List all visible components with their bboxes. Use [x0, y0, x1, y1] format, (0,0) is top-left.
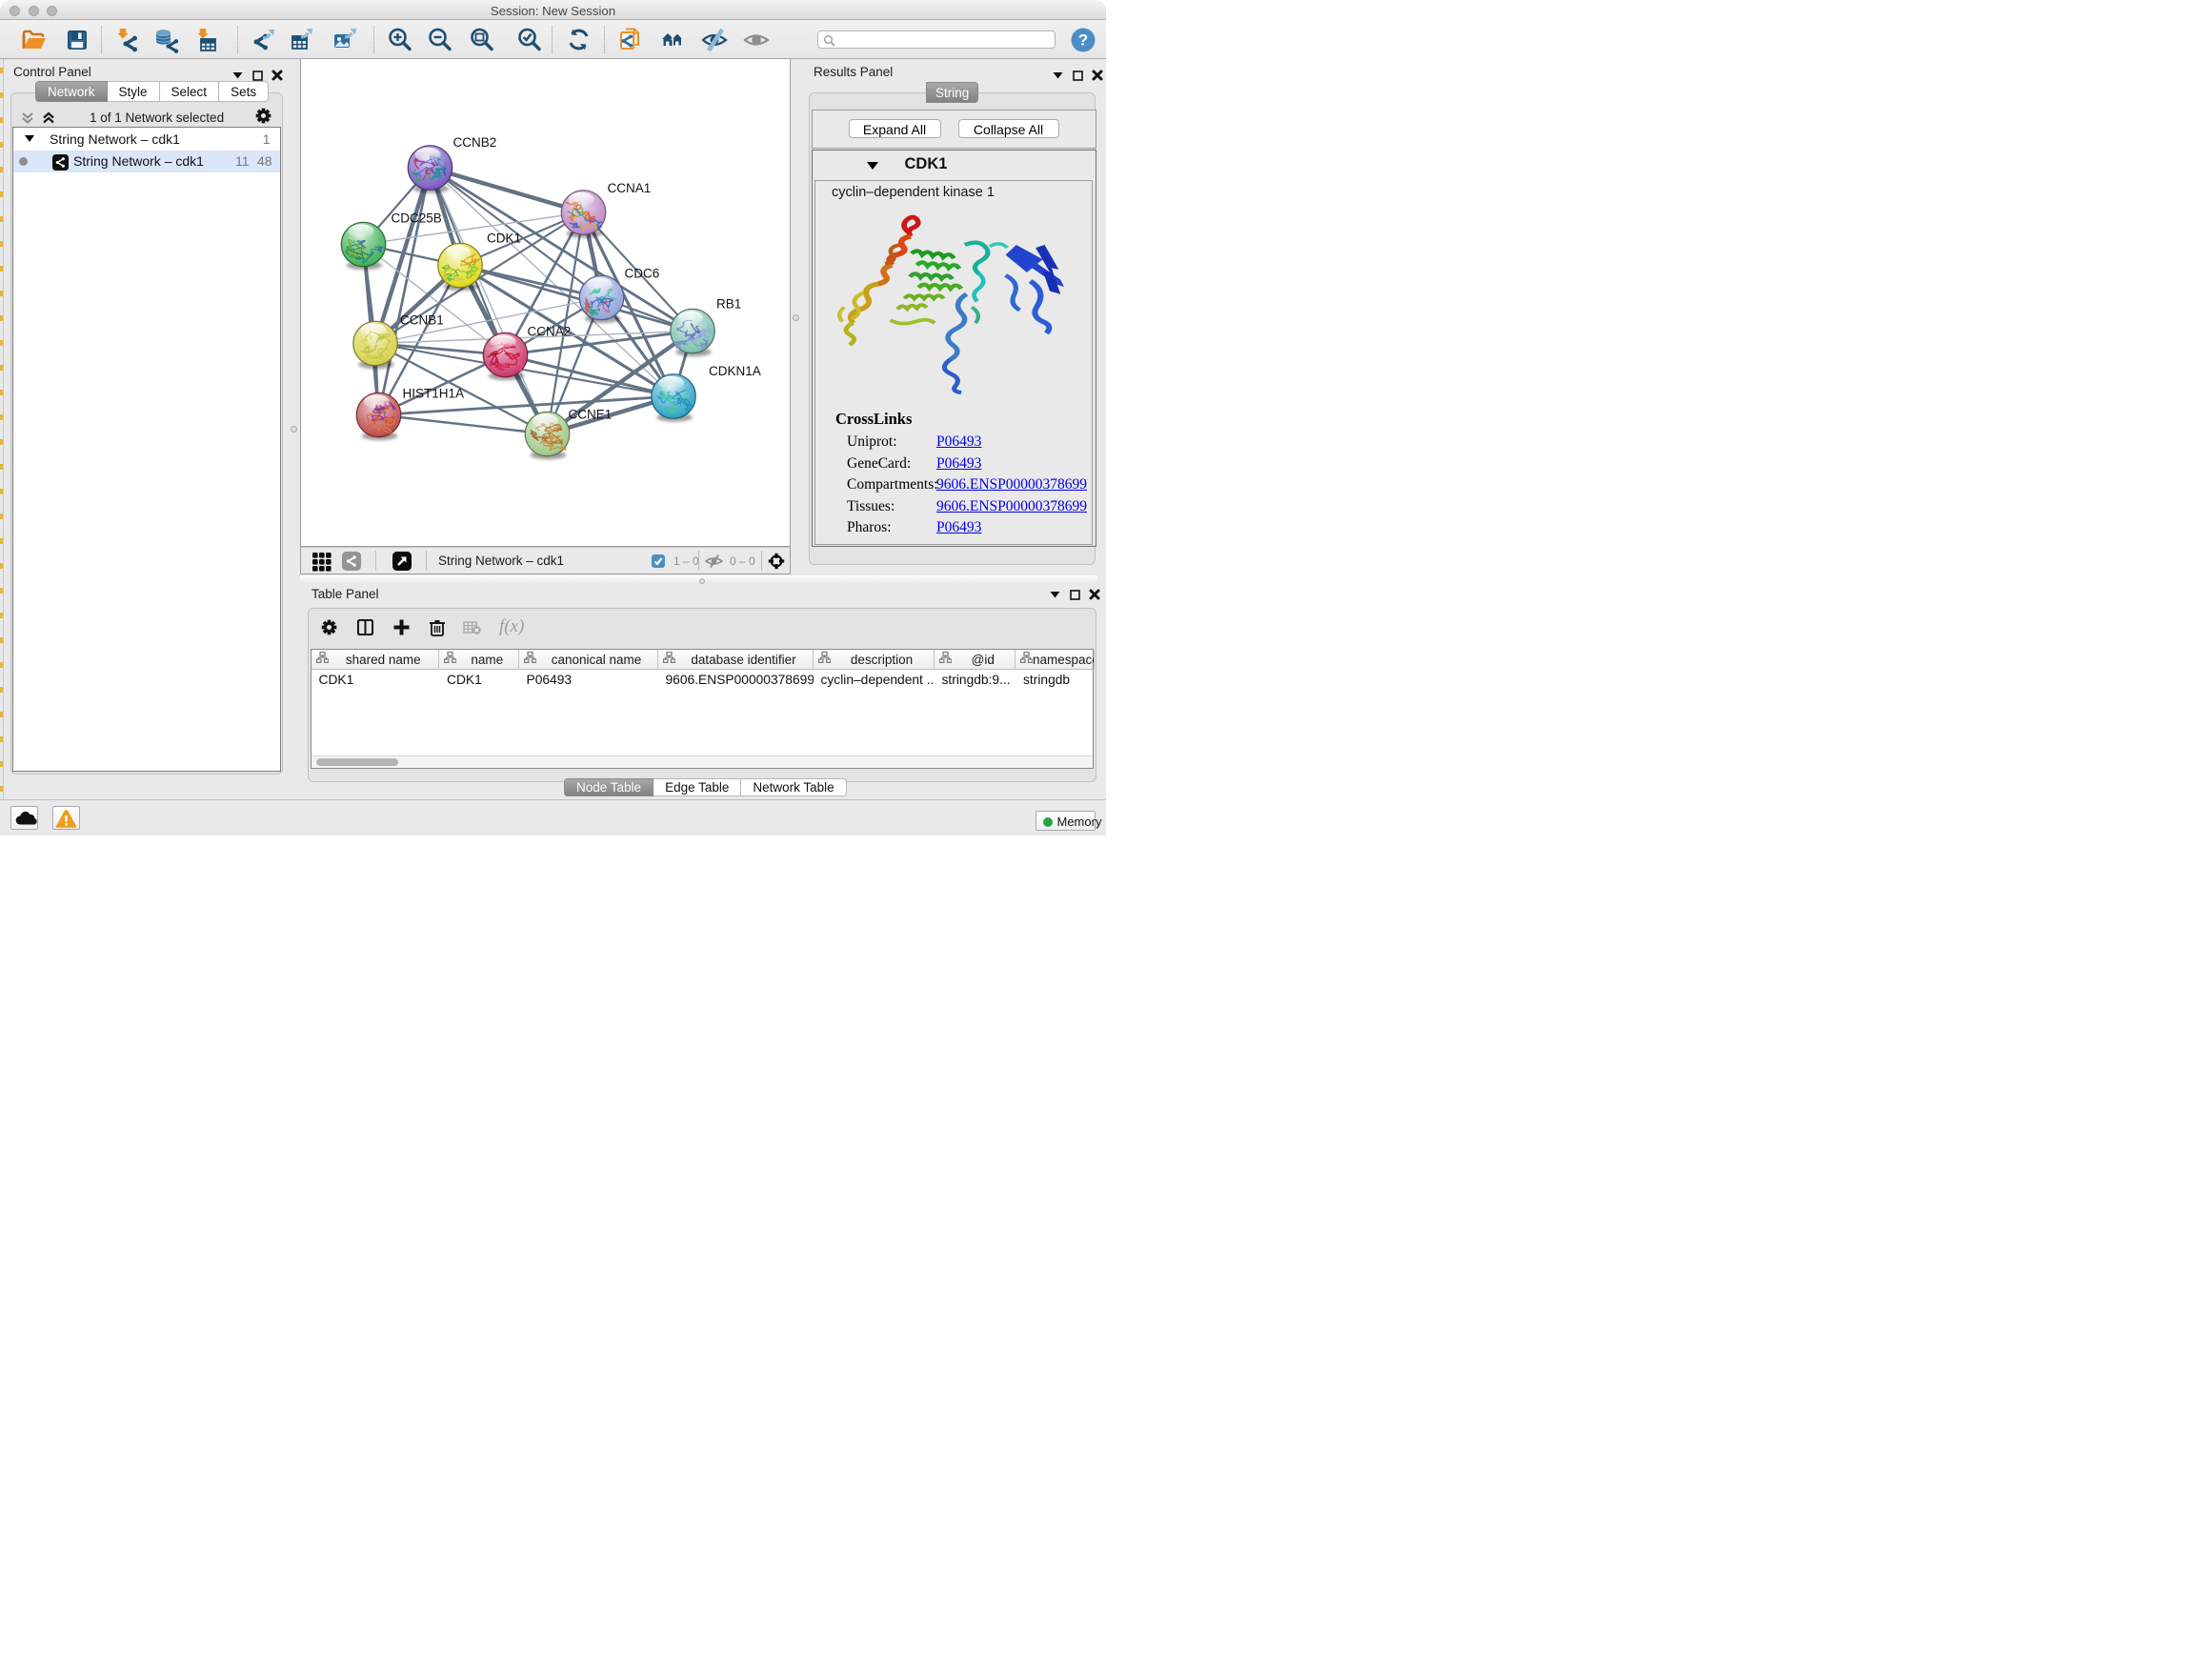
svg-text:RB1: RB1 — [716, 296, 741, 311]
svg-text:CDC25B: CDC25B — [392, 211, 442, 225]
svg-text:CCNB1: CCNB1 — [400, 312, 444, 327]
svg-text:CDKN1A: CDKN1A — [709, 364, 761, 378]
svg-text:HIST1H1A: HIST1H1A — [403, 386, 465, 400]
svg-text:CCNA1: CCNA1 — [608, 181, 652, 195]
svg-text:CCNB2: CCNB2 — [453, 135, 497, 150]
svg-text:CCNE1: CCNE1 — [569, 407, 613, 421]
svg-text:CCNA2: CCNA2 — [528, 324, 572, 338]
svg-text:CDC6: CDC6 — [625, 266, 660, 280]
svg-text:?: ? — [1078, 31, 1088, 50]
svg-text:CDK1: CDK1 — [487, 231, 521, 245]
